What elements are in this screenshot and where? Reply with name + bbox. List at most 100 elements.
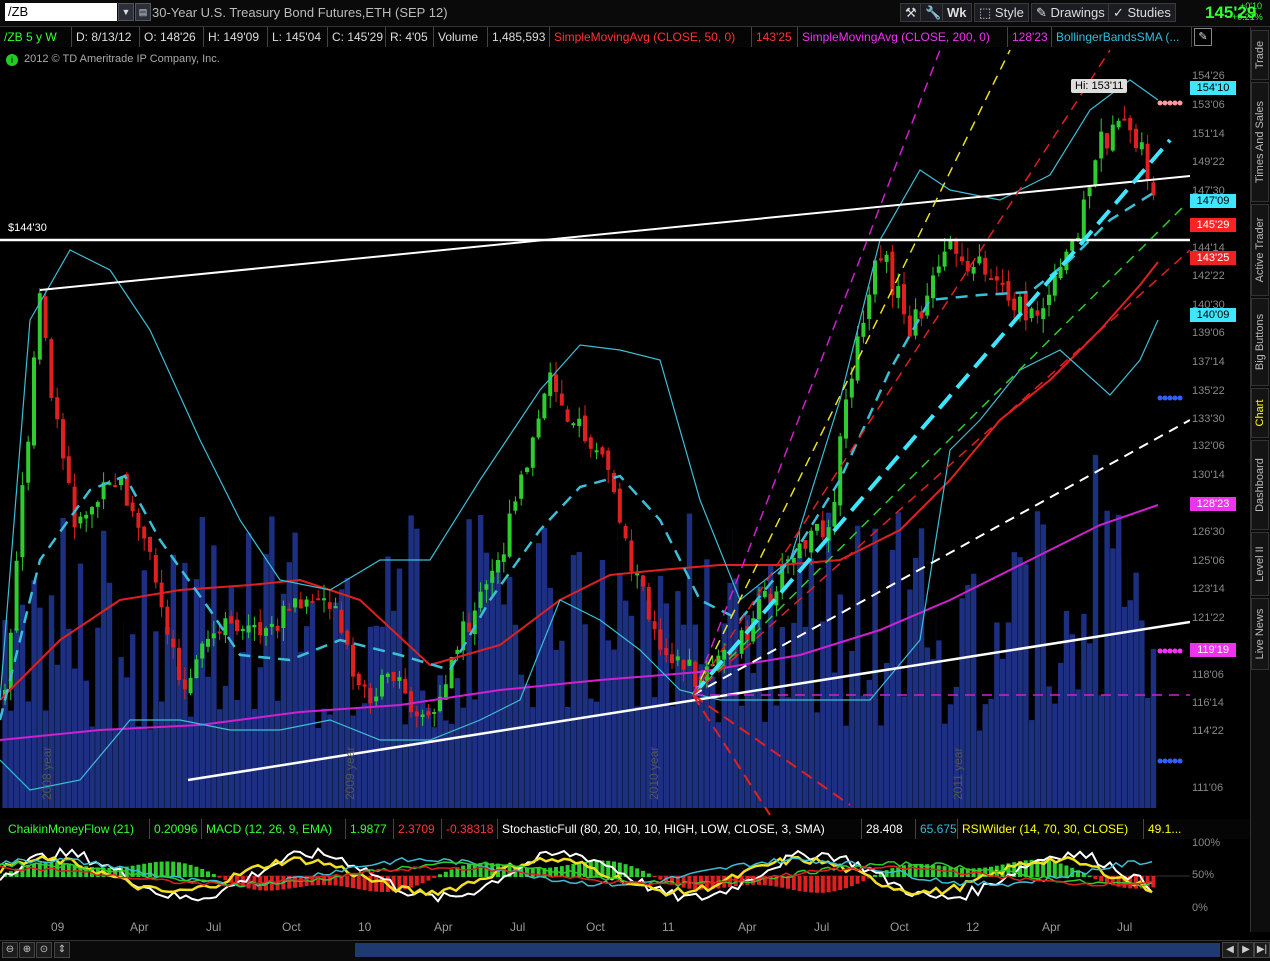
macd-histogram-bar — [49, 861, 54, 877]
volume-bar — [211, 545, 217, 808]
candle-body — [43, 296, 48, 339]
candle-body — [258, 622, 263, 636]
candle-body — [902, 284, 906, 315]
horizontal-line-label: $144'30 — [8, 222, 47, 234]
candle-body — [240, 628, 245, 632]
candle-body — [867, 294, 872, 319]
volume-bar — [31, 580, 37, 808]
studies-label: Studies — [1127, 5, 1171, 20]
volume-bar — [872, 528, 878, 808]
tab-dashboard[interactable]: Dashboard — [1251, 440, 1269, 530]
macd-value-3: -0.38318 — [442, 819, 498, 839]
candle-body — [449, 657, 454, 689]
volume-bar — [530, 707, 536, 808]
symbol-dropdown-button[interactable]: ▼ — [118, 3, 134, 21]
horizontal-scrollbar[interactable] — [355, 943, 1220, 957]
volume-bar — [553, 649, 559, 808]
rsi-label[interactable]: RSIWilder (14, 70, 30, CLOSE) — [958, 819, 1144, 839]
candle-body — [612, 472, 616, 493]
candle-body — [791, 558, 796, 563]
macd-histogram-bar — [432, 876, 437, 878]
yellow-fan-line — [692, 49, 1011, 696]
candle-body — [507, 513, 512, 557]
zoom-in-icon[interactable]: ⊕ — [19, 942, 35, 958]
volume-bar — [83, 680, 89, 808]
candle-body — [525, 467, 529, 472]
macd-histogram-bar — [1099, 876, 1104, 882]
zoom-out-icon[interactable]: ⊖ — [2, 942, 18, 958]
price-axis-label: 130'14 — [1192, 469, 1225, 481]
symbol-lookup-button[interactable]: ▤ — [135, 3, 151, 21]
macd-histogram-bar — [1047, 860, 1051, 877]
sma200-label[interactable]: SimpleMovingAvg (CLOSE, 200, 0) — [798, 27, 1008, 47]
magnifier-icon[interactable]: ⊙ — [36, 942, 52, 958]
volume-bar — [599, 560, 606, 808]
volume-bar — [681, 624, 687, 808]
tab-times-and-sales[interactable]: Times And Sales — [1251, 82, 1269, 202]
style-menu-button[interactable]: ⬚ Style — [974, 3, 1029, 22]
candle-body — [1122, 118, 1127, 121]
volume-bar — [779, 627, 785, 808]
candle-body — [890, 251, 895, 296]
volume-bar — [1145, 650, 1151, 698]
x-label: Oct — [890, 920, 909, 934]
scroll-left-icon[interactable]: ◀ — [1222, 942, 1238, 958]
tab-active-trader[interactable]: Active Trader — [1251, 204, 1269, 296]
tab-live-news[interactable]: Live News — [1251, 598, 1269, 670]
bar-close: C: 145'29 — [328, 27, 386, 47]
x-label: Apr — [1042, 920, 1061, 934]
tab-trade[interactable]: Trade — [1251, 30, 1269, 80]
tab-level-ii[interactable]: Level II — [1251, 532, 1269, 596]
macd-histogram-bar — [32, 863, 36, 877]
price-chart[interactable] — [0, 48, 1190, 820]
symbol-input[interactable]: /ZB — [5, 3, 117, 21]
studies-menu-button[interactable]: ✓ Studies — [1108, 3, 1176, 22]
volume-bar — [936, 578, 942, 641]
candle-body — [594, 450, 599, 453]
volume-bar — [1139, 620, 1145, 808]
candle-body — [884, 254, 889, 262]
volume-bar — [785, 697, 791, 808]
candle-body — [165, 606, 170, 635]
pencil-icon[interactable]: ✎ — [1194, 28, 1212, 46]
volume-bar — [924, 647, 930, 808]
scroll-right-icon[interactable]: ▶ — [1238, 942, 1254, 958]
macd-label[interactable]: MACD (12, 26, 9, EMA) — [202, 819, 346, 839]
price-axis-label: 142'22 — [1192, 270, 1225, 282]
lower-indicator-chart[interactable] — [0, 840, 1190, 916]
drawings-menu-button[interactable]: ✎ Drawings — [1031, 3, 1110, 22]
stochastic-label[interactable]: StochasticFull (80, 20, 10, 10, HIGH, LO… — [498, 819, 862, 839]
candle-body — [931, 275, 935, 299]
macd-histogram-bar — [478, 862, 483, 877]
macd-value-2: 2.3709 — [394, 819, 442, 839]
volume-bar — [402, 724, 408, 808]
bollinger-label[interactable]: BollingerBandsSMA (... — [1052, 27, 1192, 47]
macd-histogram-bar — [374, 876, 379, 892]
edge-marker — [1172, 758, 1178, 764]
edge-marker — [1167, 395, 1173, 401]
volume-bar — [559, 640, 565, 808]
candle-body — [1029, 308, 1034, 319]
symbol-period[interactable]: /ZB 5 y W — [0, 27, 72, 47]
volume-bar — [147, 689, 153, 730]
drag-handle-icon[interactable]: ⇕ — [54, 942, 70, 958]
candle-body — [496, 559, 500, 573]
sma50-label[interactable]: SimpleMovingAvg (CLOSE, 50, 0) — [550, 27, 752, 47]
candle-body — [142, 526, 147, 539]
drawing-tools-icon[interactable]: ⚒ — [900, 3, 922, 22]
volume-bar — [478, 515, 484, 808]
macd-histogram-bar — [420, 876, 425, 884]
candle-body — [1006, 281, 1011, 301]
tab-big-buttons[interactable]: Big Buttons — [1251, 298, 1269, 386]
volume-bar — [60, 517, 66, 808]
macd-histogram-bar — [26, 864, 31, 877]
volume-bar — [414, 528, 420, 808]
volume-bar — [675, 591, 681, 808]
timeframe-button[interactable]: Wk — [942, 3, 972, 22]
edge-marker — [1157, 758, 1163, 764]
volume-bar — [971, 573, 977, 808]
tab-chart[interactable]: Chart — [1251, 388, 1269, 438]
scroll-end-icon[interactable]: ▶| — [1254, 942, 1270, 958]
cmf-label[interactable]: ChaikinMoneyFlow (21) — [4, 819, 150, 839]
macd-histogram-bar — [809, 876, 814, 893]
